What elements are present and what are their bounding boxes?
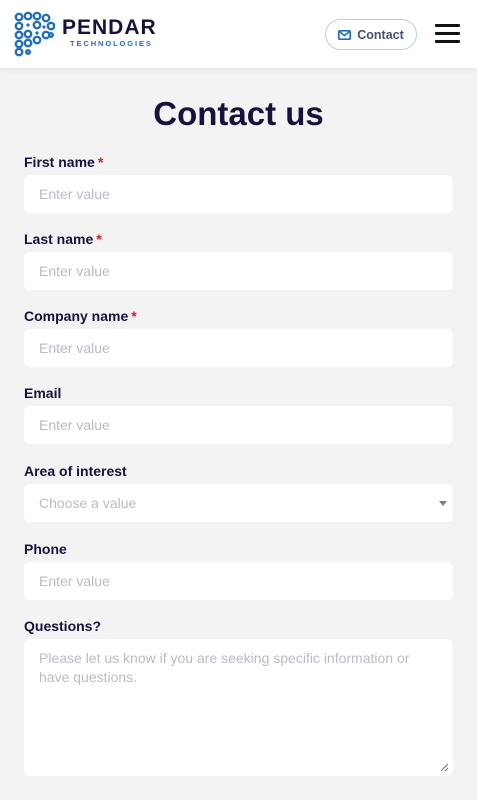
mail-icon: [338, 29, 352, 40]
company-name-input[interactable]: [24, 329, 453, 367]
contact-button[interactable]: Contact: [325, 19, 417, 50]
questions-label: Questions?: [24, 618, 102, 634]
site-header: PENDAR TECHNOLOGIES Contact: [0, 0, 477, 68]
resize-handle-icon[interactable]: [440, 763, 449, 772]
phone-label: Phone: [24, 541, 67, 557]
contact-button-label: Contact: [357, 27, 404, 42]
brand-subtitle: TECHNOLOGIES: [70, 39, 153, 48]
pendar-logo-icon[interactable]: [13, 11, 55, 57]
hamburger-menu-icon[interactable]: [435, 24, 460, 43]
questions-textarea[interactable]: [24, 639, 453, 776]
required-marker: *: [97, 154, 104, 170]
page-title: Contact us: [153, 95, 324, 132]
chevron-down-icon: [439, 501, 447, 506]
company-name-label: Company name *: [24, 308, 137, 324]
phone-input[interactable]: [24, 562, 453, 600]
required-marker: *: [96, 231, 102, 247]
last-name-input[interactable]: [24, 252, 453, 290]
brand-name: PENDAR: [62, 16, 157, 39]
last-name-label: Last name *: [24, 231, 102, 247]
first-name-input[interactable]: [24, 175, 453, 213]
first-name-label: First name *: [24, 154, 104, 170]
email-label: Email: [24, 385, 62, 401]
area-of-interest-label: Area of interest: [24, 463, 127, 479]
required-marker: *: [131, 308, 137, 324]
area-of-interest-select[interactable]: Choose a value: [24, 484, 453, 522]
email-input[interactable]: [24, 406, 453, 444]
select-placeholder: Choose a value: [39, 495, 137, 511]
